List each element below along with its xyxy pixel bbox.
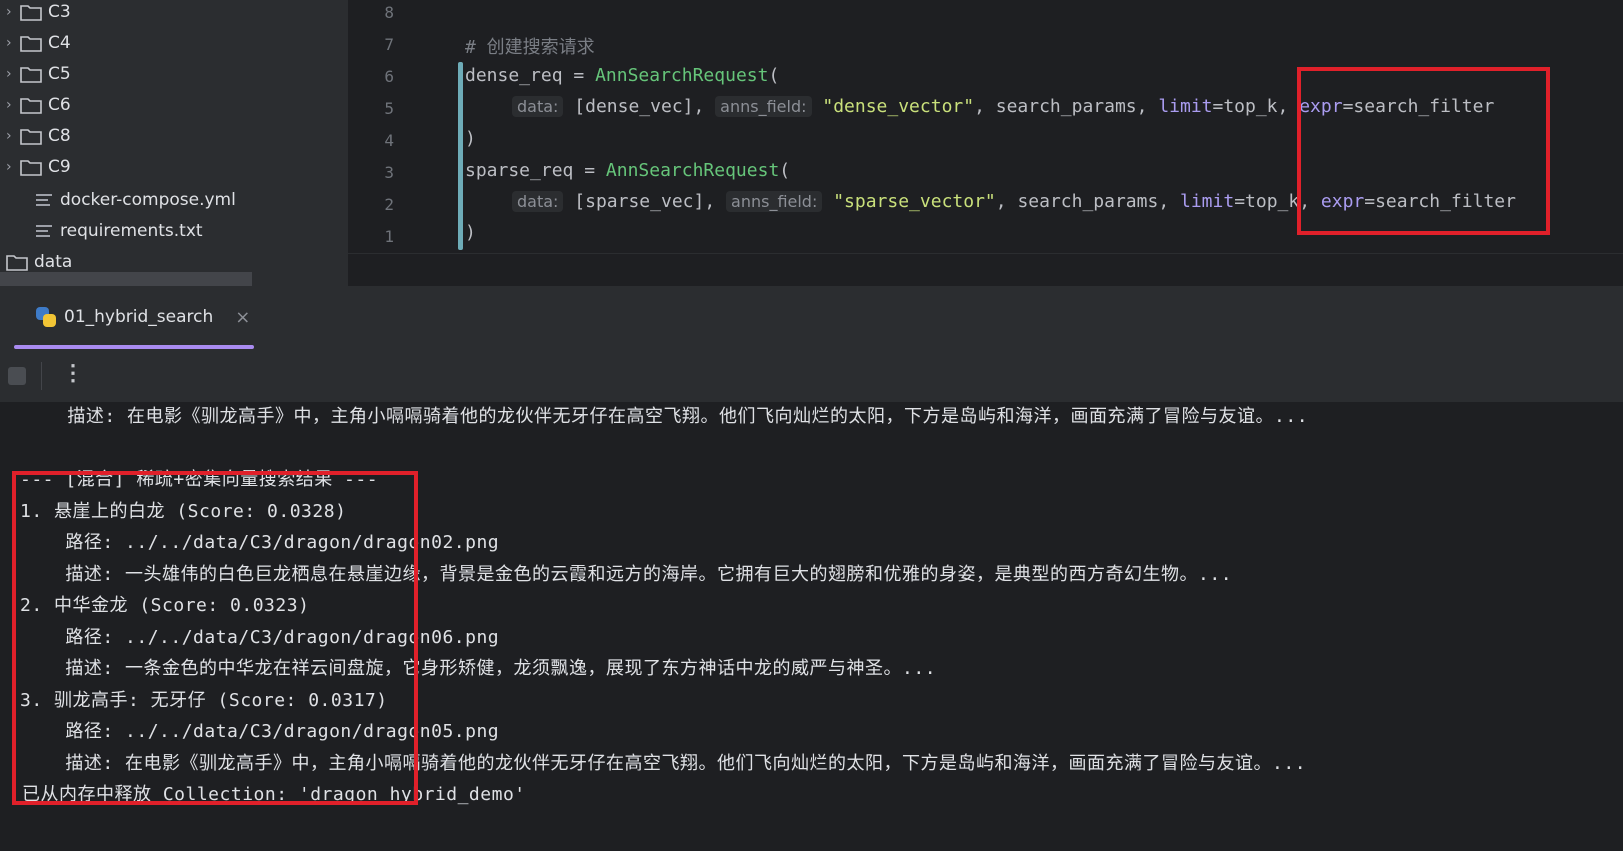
run-tab[interactable]: 01_hybrid_search × [14,286,254,348]
folder-icon [20,159,42,176]
code-line-dense-req: dense_req = AnnSearchRequest( [465,65,779,86]
text-file-icon [36,194,54,206]
tree-folder-c3[interactable]: › C3 [6,0,71,27]
code-paren: ( [779,160,791,181]
folder-icon [20,66,42,83]
code-line-sparse-close: ) [465,222,476,243]
highlight-box-expr [1297,67,1550,235]
code-keyword-arg: limit [1158,96,1213,117]
tree-folder-c6[interactable]: › C6 [6,90,71,120]
code-class-call: AnnSearchRequest [605,160,780,181]
line-gutter: 8 7 6 5 4 3 2 1 [348,0,448,286]
line-number: 4 [384,131,394,150]
code-block-indicator [458,62,463,250]
run-tab-label: 01_hybrid_search [64,307,214,327]
chevron-right-icon[interactable]: › [6,66,20,82]
tree-file-label: requirements.txt [60,221,203,241]
tree-file-docker-compose[interactable]: docker-compose.yml [36,185,236,215]
line-number: 2 [384,195,394,214]
param-hint: data: [512,191,564,212]
line-number: 1 [384,227,394,246]
line-number: 6 [384,67,394,86]
close-icon[interactable]: × [235,307,250,328]
horizontal-scrollbar[interactable] [0,272,252,286]
chevron-right-icon[interactable]: › [6,35,20,51]
tree-folder-label: C8 [48,126,71,146]
console-line: 描述: 在电影《驯龙高手》中，主角小嗝嗝骑着他的龙伙伴无牙仔在高空飞翔。他们飞向… [22,406,1309,427]
tree-file-requirements[interactable]: requirements.txt [36,216,203,246]
more-options-icon[interactable]: ⋮ [62,360,84,386]
tree-folder-c4[interactable]: › C4 [6,28,71,58]
folder-icon [20,97,42,114]
tree-folder-label: C9 [48,157,71,177]
code-argument: [sparse_vec], [574,191,716,212]
chevron-right-icon[interactable]: › [6,128,20,144]
stop-icon[interactable] [8,367,26,385]
line-number: 3 [384,163,394,182]
chevron-right-icon[interactable]: › [6,159,20,175]
code-string: "dense_vector" [822,96,975,117]
editor-divider [348,253,1623,254]
code-paren: ) [465,222,476,243]
code-argument: [dense_vec], [574,96,705,117]
param-hint: data: [512,96,564,117]
code-line-comment: # 创建搜索请求 [465,33,595,59]
tree-folder-label: data [34,252,73,272]
tree-folder-label: C3 [48,2,71,22]
code-operator: = [562,65,596,86]
tree-folder-label: C6 [48,95,71,115]
project-tree: › C3 › C4 › C5 › C6 › C8 › C9 docker-com… [0,0,348,286]
folder-icon [20,4,42,21]
code-string: "sparse_vector" [833,191,996,212]
folder-icon [20,35,42,52]
code-variable: dense_req [465,65,563,86]
param-hint: anns_field: [715,96,812,117]
code-variable: sparse_req [465,160,574,181]
toolbar-separator [41,362,42,390]
chevron-right-icon[interactable]: › [6,97,20,113]
tree-folder-label: C4 [48,33,71,53]
param-hint: anns_field: [726,191,823,212]
code-class-call: AnnSearchRequest [595,65,769,86]
code-argument: , search_params, [974,96,1159,117]
text-file-icon [36,225,54,237]
code-comment: # 创建搜索请求 [465,37,595,58]
tree-folder-c8[interactable]: › C8 [6,121,71,151]
tree-folder-label: C5 [48,64,71,84]
line-number: 7 [384,35,394,54]
code-line-dense-close: ) [465,128,476,149]
tree-file-label: docker-compose.yml [60,190,236,210]
chevron-right-icon[interactable]: › [6,4,20,20]
active-tab-indicator [14,345,254,349]
line-number: 5 [384,99,394,118]
code-argument: =top_k, [1212,96,1300,117]
code-argument: , search_params, [995,191,1180,212]
folder-icon [20,128,42,145]
code-paren: ( [768,65,780,86]
run-toolbar: ⋮ [0,350,1623,402]
python-icon [36,307,56,327]
highlight-box-results [12,471,418,805]
tree-folder-c5[interactable]: › C5 [6,59,71,89]
tree-folder-c9[interactable]: › C9 [6,152,71,182]
folder-icon [6,254,28,271]
code-keyword-arg: limit [1180,191,1235,212]
code-operator: = [573,160,606,181]
line-number: 8 [384,3,394,22]
code-line-sparse-req: sparse_req = AnnSearchRequest( [465,160,790,181]
code-paren: ) [465,128,476,149]
run-tab-bar: 01_hybrid_search × [0,286,1623,351]
